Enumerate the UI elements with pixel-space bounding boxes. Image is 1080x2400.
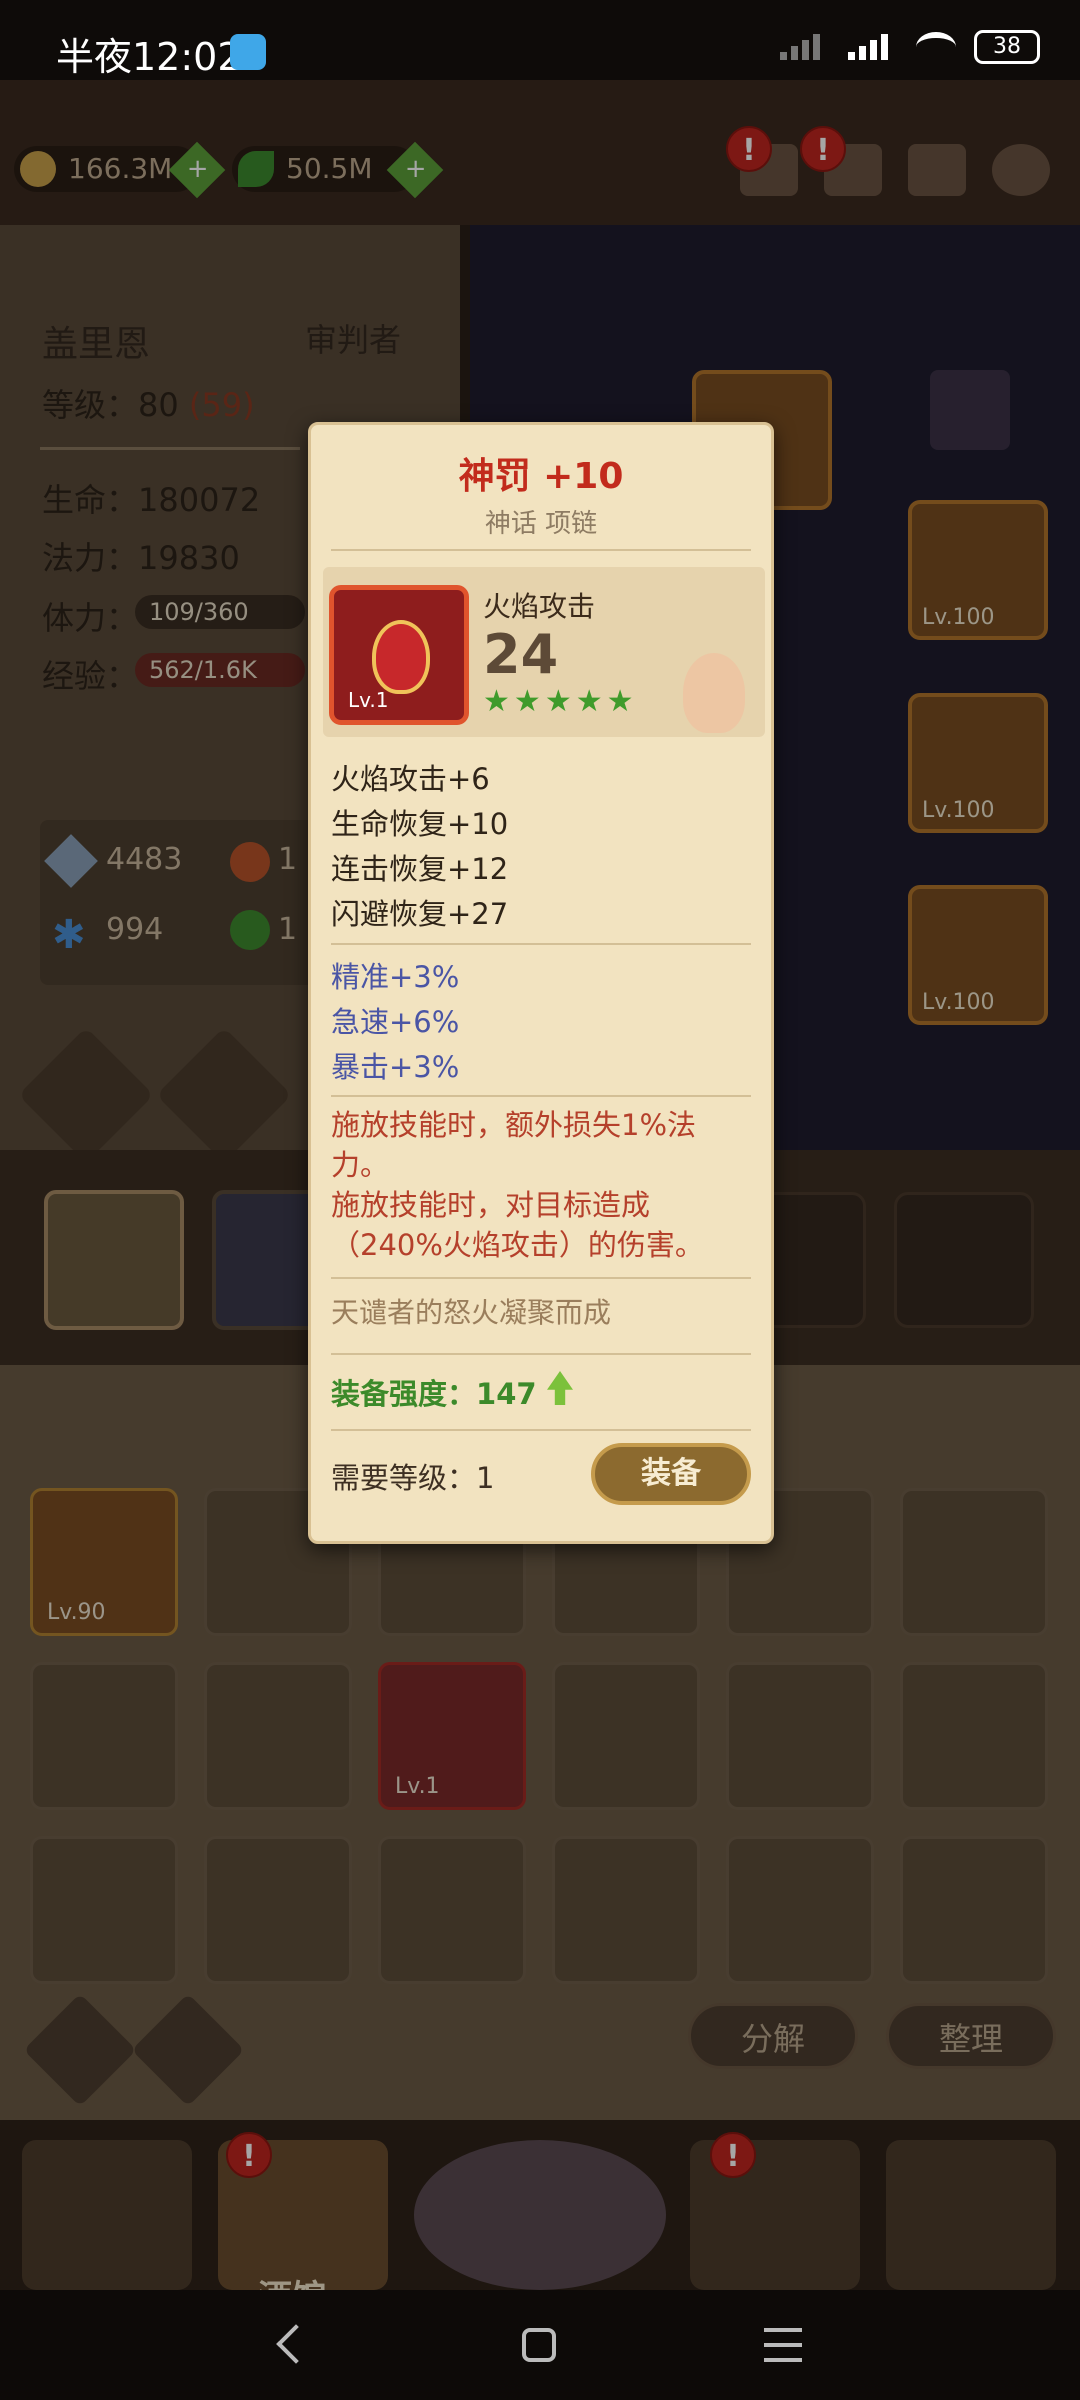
effect-text: 施放技能时，对目标造成（240%火焰攻击）的伤害。 [331,1188,704,1262]
star-rating: ★ ★ ★ ★ ★ [483,687,634,717]
system-nav-bar [0,2290,1080,2400]
base-stat: 闪避恢复+27 [331,897,509,931]
power-value: 147 [476,1377,537,1411]
star-icon: ★ [575,684,603,719]
bonus-stat: 精准+3% [331,960,460,994]
battery-icon: 38 [974,30,1040,64]
base-stat: 连击恢复+12 [331,852,509,886]
item-level: Lv.1 [348,688,389,712]
home-icon[interactable] [522,2328,556,2362]
base-stat: 火焰攻击+6 [331,762,490,796]
arrow-up-icon [547,1371,573,1405]
req-label: 需要等级： [331,1461,477,1495]
necklace-icon: Lv.1 [329,585,469,725]
app-notification-icon [230,34,266,70]
main-attr-name: 火焰攻击 [483,590,596,623]
gem-icon [372,620,430,694]
base-stats: 火焰攻击+6 生命恢复+10 连击恢复+12 闪避恢复+27 [331,757,751,937]
signal-icon [780,34,830,60]
item-type: 神话 项链 [484,509,598,539]
game-screen: 166.3M + 50.5M + ! ! 盖里恩 审判者 等级：80 (59) … [0,80,1080,2290]
item-tooltip: 神罚 +10 神话 项链 Lv.1 火焰攻击 24 ★ ★ ★ ★ ★ 火焰攻击+6 生… [308,422,774,1544]
divider [331,1353,751,1355]
bonus-stats: 精准+3% 急速+6% 暴击+3% [331,955,751,1090]
flame-icon [683,653,745,733]
star-icon: ★ [544,684,572,719]
power-label: 装备强度： [331,1377,477,1411]
divider [331,1095,751,1097]
status-bar: 半夜12:02 38 [0,0,1080,80]
effect-text: 施放技能时，额外损失1%法力。 [331,1108,697,1182]
lore-text: 天谴者的怒火凝聚而成 [331,1296,612,1329]
back-icon[interactable] [276,2324,316,2364]
divider [331,943,751,945]
star-icon: ★ [483,684,510,719]
item-name: 神罚 +10 [458,456,624,497]
bonus-stat: 暴击+3% [331,1050,460,1084]
equip-button[interactable]: 装备 [591,1443,751,1505]
divider [331,1277,751,1279]
bonus-stat: 急速+6% [331,1005,460,1039]
equipment-power: 装备强度：147 [331,1371,537,1413]
recents-icon[interactable] [764,2328,802,2362]
status-time: 半夜12:02 [56,35,242,79]
main-attr-value: 24 [483,623,559,686]
wifi-icon [916,32,956,62]
divider [331,1429,751,1431]
star-icon: ★ [513,684,541,719]
required-level: 需要等级：1 [331,1455,494,1497]
base-stat: 生命恢复+10 [331,807,509,841]
divider [331,549,751,551]
req-value: 1 [476,1461,495,1495]
signal-hd-icon [848,34,898,60]
effects: 施放技能时，额外损失1%法力。 施放技能时，对目标造成（240%火焰攻击）的伤害… [331,1105,751,1265]
star-icon: ★ [606,684,634,719]
